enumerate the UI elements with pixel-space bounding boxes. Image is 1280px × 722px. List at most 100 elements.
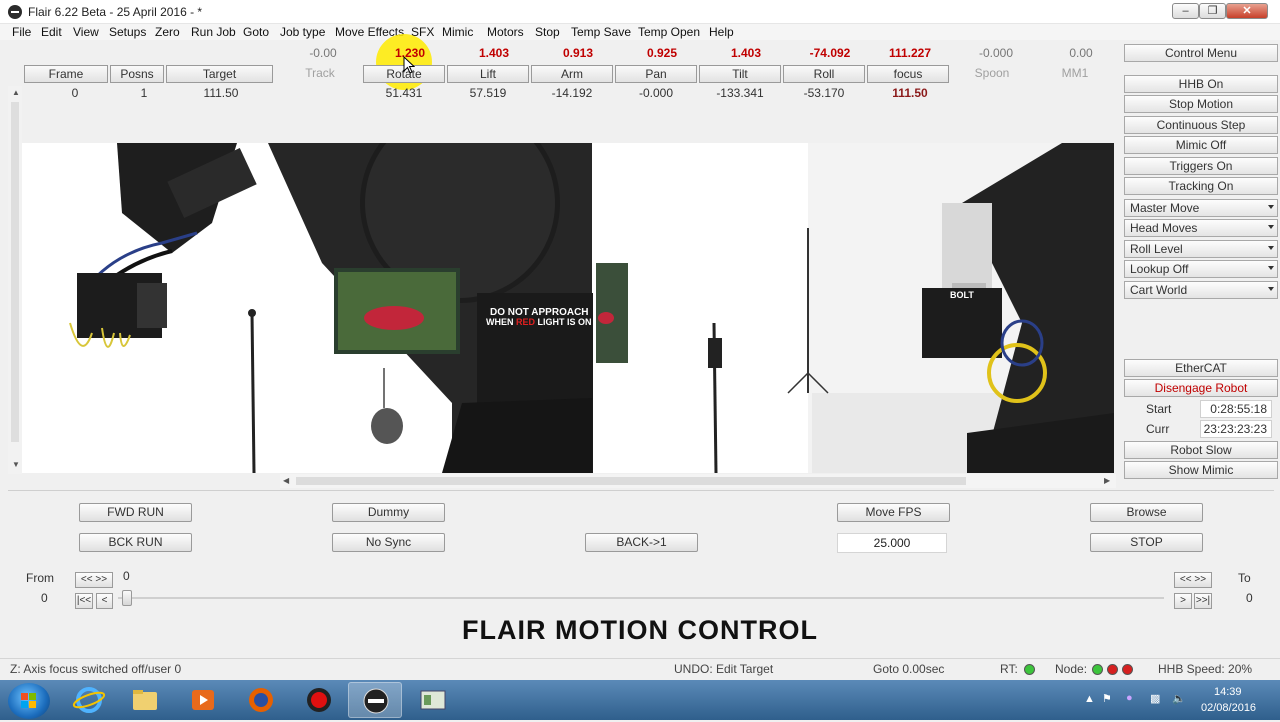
scroll-down-icon[interactable]: ▼: [12, 460, 20, 469]
menu-goto[interactable]: Goto: [243, 24, 269, 40]
menu-mimic[interactable]: Mimic: [442, 24, 473, 40]
ethercat-button[interactable]: EtherCAT: [1124, 359, 1278, 377]
browse-button[interactable]: Browse: [1090, 503, 1203, 522]
taskbar-recorder[interactable]: [292, 682, 346, 718]
last-frame-button[interactable]: >>|: [1194, 593, 1212, 609]
mimic-off-button[interactable]: Mimic Off: [1124, 136, 1278, 154]
horizontal-scroll-thumb[interactable]: [296, 477, 966, 485]
head-moves-dropdown[interactable]: Head Moves: [1124, 219, 1278, 237]
fwd-run-button[interactable]: FWD RUN: [79, 503, 192, 522]
show-mimic-button[interactable]: Show Mimic: [1124, 461, 1278, 479]
menu-setups[interactable]: Setups: [109, 24, 146, 40]
start-timecode-field[interactable]: 0:28:55:18: [1200, 400, 1272, 418]
back-to-1-button[interactable]: BACK->1: [585, 533, 698, 552]
pan-value[interactable]: -0.000: [615, 86, 697, 100]
volume-icon[interactable]: 🔈: [1172, 692, 1186, 705]
taskbar-clock-date[interactable]: 02/08/2016: [1201, 702, 1256, 714]
menu-view[interactable]: View: [73, 24, 99, 40]
vertical-scroll-thumb[interactable]: [11, 102, 19, 442]
rotate-value[interactable]: 51.431: [363, 86, 445, 100]
network-icon[interactable]: ▩: [1150, 692, 1160, 705]
arm-header[interactable]: Arm: [531, 65, 613, 83]
fps-input[interactable]: 25.000: [837, 533, 947, 553]
taskbar-file-explorer[interactable]: [118, 682, 172, 718]
taskbar-flair[interactable]: [348, 682, 402, 718]
menu-help[interactable]: Help: [709, 24, 734, 40]
frame-slider-track[interactable]: [118, 597, 1164, 599]
menu-temp-open[interactable]: Temp Open: [638, 24, 700, 40]
posns-header[interactable]: Posns: [110, 65, 164, 83]
action-center-icon[interactable]: ⚑: [1102, 692, 1112, 705]
taskbar-internet-explorer[interactable]: [62, 682, 116, 718]
disengage-robot-button[interactable]: Disengage Robot: [1124, 379, 1278, 397]
media-player-icon: [192, 690, 214, 710]
control-menu-button[interactable]: Control Menu: [1124, 44, 1278, 62]
roll-header[interactable]: Roll: [783, 65, 865, 83]
head-moves-label: Head Moves: [1130, 221, 1198, 235]
menu-file[interactable]: File: [12, 24, 31, 40]
prev-frame-button[interactable]: <: [96, 593, 113, 609]
target-value[interactable]: 111.50: [180, 86, 262, 100]
roll-level-dropdown[interactable]: Roll Level: [1124, 240, 1278, 258]
move-fps-button[interactable]: Move FPS: [837, 503, 950, 522]
target-header[interactable]: Target: [166, 65, 273, 83]
menu-run-job[interactable]: Run Job: [191, 24, 236, 40]
taskbar-firefox[interactable]: [234, 682, 288, 718]
cart-world-dropdown[interactable]: Cart World: [1124, 281, 1278, 299]
stop-motion-button[interactable]: Stop Motion: [1124, 95, 1278, 113]
windows-logo-icon: [21, 693, 36, 708]
arm-value[interactable]: -14.192: [531, 86, 613, 100]
continuous-step-button[interactable]: Continuous Step: [1124, 116, 1278, 134]
scroll-right-icon[interactable]: ▶: [1104, 476, 1110, 485]
dummy-button[interactable]: Dummy: [332, 503, 445, 522]
bck-run-button[interactable]: BCK RUN: [79, 533, 192, 552]
tilt-header[interactable]: Tilt: [699, 65, 781, 83]
posns-value[interactable]: 1: [103, 86, 185, 100]
minimize-button[interactable]: –: [1172, 3, 1199, 19]
horizontal-scrollbar[interactable]: ◀ ▶: [280, 474, 1116, 488]
tray-expand-icon[interactable]: ▲: [1084, 693, 1095, 705]
to-swap-button[interactable]: << >>: [1174, 572, 1212, 588]
window-title: Flair 6.22 Beta - 25 April 2016 - *: [28, 5, 203, 19]
lift-header[interactable]: Lift: [447, 65, 529, 83]
bolt-robot-label: BOLT: [950, 290, 974, 300]
tracking-on-button[interactable]: Tracking On: [1124, 177, 1278, 195]
menu-stop[interactable]: Stop: [535, 24, 560, 40]
menu-edit[interactable]: Edit: [41, 24, 62, 40]
taskbar-media-player[interactable]: [176, 682, 230, 718]
focus-header[interactable]: focus: [867, 65, 949, 83]
menu-motors[interactable]: Motors: [487, 24, 524, 40]
triggers-on-button[interactable]: Triggers On: [1124, 157, 1278, 175]
brand-banner: FLAIR MOTION CONTROL: [462, 615, 818, 645]
hhb-on-button[interactable]: HHB On: [1124, 75, 1278, 93]
lookup-off-dropdown[interactable]: Lookup Off: [1124, 260, 1278, 278]
scroll-left-icon[interactable]: ◀: [283, 476, 289, 485]
mouse-pointer-icon: [403, 56, 415, 74]
vertical-scrollbar[interactable]: ▲ ▼: [8, 86, 22, 474]
pan-header[interactable]: Pan: [615, 65, 697, 83]
tilt-value[interactable]: -133.341: [699, 86, 781, 100]
from-swap-button[interactable]: << >>: [75, 572, 113, 588]
menu-job-type[interactable]: Job type: [280, 24, 325, 40]
next-frame-button[interactable]: >: [1174, 593, 1192, 609]
roll-value[interactable]: -53.170: [783, 86, 865, 100]
frame-header[interactable]: Frame: [24, 65, 108, 83]
no-sync-button[interactable]: No Sync: [332, 533, 445, 552]
curr-timecode-field[interactable]: 23:23:23:23: [1200, 420, 1272, 438]
tray-app-icon[interactable]: ●: [1126, 692, 1133, 704]
menu-temp-save[interactable]: Temp Save: [571, 24, 631, 40]
taskbar-clock-time[interactable]: 14:39: [1214, 686, 1242, 698]
master-move-dropdown[interactable]: Master Move: [1124, 199, 1278, 217]
frame-slider-thumb[interactable]: [122, 590, 132, 606]
taskbar-window-app[interactable]: [406, 682, 460, 718]
focus-value[interactable]: 111.50: [869, 86, 951, 100]
menu-zero[interactable]: Zero: [155, 24, 180, 40]
first-frame-button[interactable]: |<<: [75, 593, 93, 609]
stop-button[interactable]: STOP: [1090, 533, 1203, 552]
maximize-button[interactable]: ❐: [1199, 3, 1226, 19]
start-button[interactable]: [8, 683, 50, 719]
robot-slow-button[interactable]: Robot Slow: [1124, 441, 1278, 459]
scroll-up-icon[interactable]: ▲: [12, 88, 20, 97]
close-button[interactable]: ✕: [1226, 3, 1268, 19]
lift-value[interactable]: 57.519: [447, 86, 529, 100]
